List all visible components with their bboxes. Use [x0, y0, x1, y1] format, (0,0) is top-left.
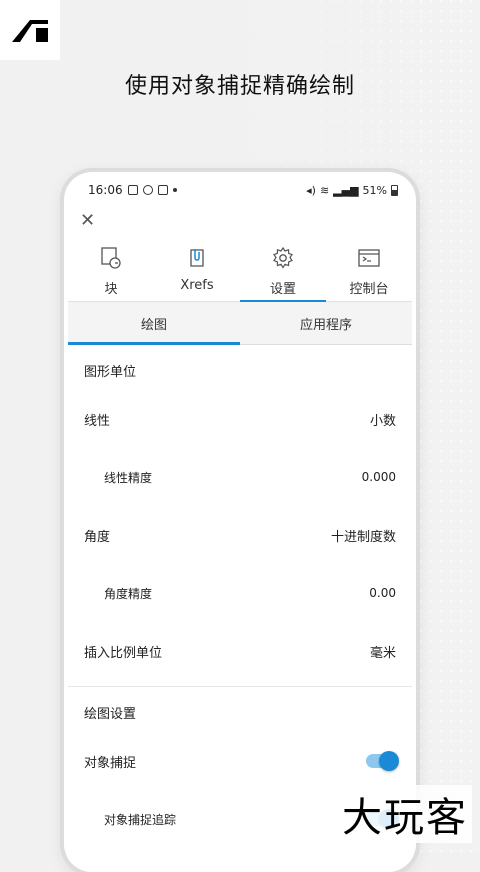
angle-precision-label: 角度精度 — [104, 586, 153, 601]
mute-icon: ◂) — [306, 183, 316, 197]
osnap-label: 对象捕捉 — [84, 755, 137, 771]
close-icon[interactable]: ✕ — [80, 212, 95, 230]
app-notification-icon — [157, 185, 168, 195]
watermark: 大玩客 — [338, 785, 472, 843]
linear-units-value: 小数 — [369, 413, 396, 429]
tab-settings-label: 设置 — [269, 282, 296, 297]
tab-blocks[interactable]: 块 — [68, 238, 154, 301]
gallery-icon — [127, 185, 138, 195]
subtab-drawing[interactable]: 绘图 — [68, 302, 240, 345]
tab-xrefs[interactable]: Xrefs — [154, 238, 240, 301]
more-notifications-icon — [172, 188, 177, 192]
otrack-label: 对象捕捉追踪 — [104, 812, 177, 827]
wifi-icon: ≋ — [319, 183, 330, 197]
phone-frame: 16:06 ◂) ≋ ▂▄▆ 51% ✕ 块 Xrefs 设置 控制台 绘图 应… — [64, 172, 416, 872]
status-bar: 16:06 ◂) ≋ ▂▄▆ 51% — [68, 176, 412, 204]
linear-units-label: 线性 — [84, 413, 111, 429]
osnap-row[interactable]: 对象捕捉 — [68, 732, 412, 790]
battery-percent: 51% — [362, 183, 387, 197]
phone-screen: 16:06 ◂) ≋ ▂▄▆ 51% ✕ 块 Xrefs 设置 控制台 绘图 应… — [68, 176, 412, 872]
xref-icon — [190, 249, 204, 267]
status-time: 16:06 — [88, 183, 123, 197]
osnap-toggle-knob — [379, 751, 399, 771]
units-section-title: 图形单位 — [84, 365, 137, 380]
angle-precision-row[interactable]: 角度精度 0.00 — [68, 564, 412, 622]
battery-icon — [391, 184, 398, 196]
insert-units-value: 毫米 — [369, 645, 396, 661]
tab-blocks-label: 块 — [104, 282, 118, 297]
gear-icon — [273, 246, 293, 269]
signal-icon: ▂▄▆ — [333, 183, 359, 197]
angle-precision-value: 0.00 — [369, 586, 396, 600]
angle-units-label: 角度 — [84, 529, 111, 545]
angle-units-value: 十进制度数 — [330, 529, 396, 545]
linear-units-row[interactable]: 线性 小数 — [68, 390, 412, 448]
insert-units-label: 插入比例单位 — [84, 645, 163, 661]
angle-units-row[interactable]: 角度 十进制度数 — [68, 506, 412, 564]
linear-precision-value: 0.000 — [361, 470, 396, 484]
sub-tabs: 绘图 应用程序 — [68, 302, 412, 345]
autodesk-logo-icon — [12, 20, 48, 42]
tab-xrefs-label: Xrefs — [180, 278, 214, 293]
headline: 使用对象捕捉精确绘制 — [124, 74, 355, 99]
osnap-toggle[interactable] — [366, 751, 399, 771]
subtab-application[interactable]: 应用程序 — [240, 302, 412, 344]
tab-settings[interactable]: 设置 — [240, 238, 326, 302]
drawing-section-title: 绘图设置 — [84, 707, 137, 722]
linear-precision-row[interactable]: 线性精度 0.000 — [68, 448, 412, 506]
no-sim-icon — [142, 185, 153, 195]
main-tabs: 块 Xrefs 设置 控制台 — [68, 238, 412, 302]
block-icon — [101, 247, 121, 269]
insert-units-row[interactable]: 插入比例单位 毫米 — [68, 622, 412, 680]
tab-console[interactable]: 控制台 — [326, 238, 412, 301]
tab-console-label: 控制台 — [349, 282, 389, 297]
autodesk-logo — [0, 0, 60, 60]
close-row: ✕ — [68, 204, 412, 238]
linear-precision-label: 线性精度 — [104, 470, 153, 485]
console-icon — [358, 249, 380, 267]
settings-content: 图形单位 线性 小数 线性精度 0.000 角度 十进制度数 角度精度 0.00… — [68, 345, 412, 848]
